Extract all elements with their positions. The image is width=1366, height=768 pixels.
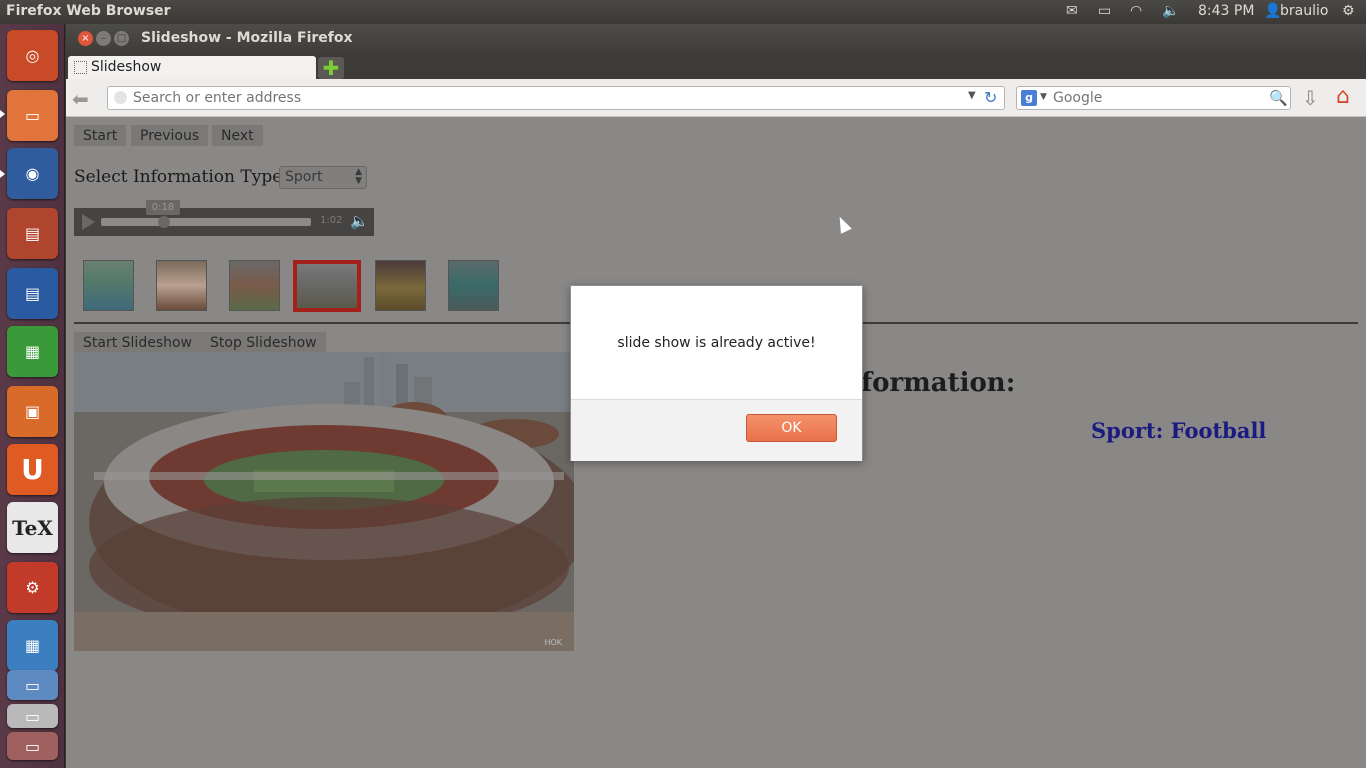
url-bar[interactable]: ▼ ↻ [107, 86, 1005, 110]
download-icon[interactable]: ⇩ [1302, 86, 1319, 110]
information-value: Sport: Football [1091, 418, 1267, 443]
thumbnail-tennis[interactable] [448, 260, 499, 311]
play-icon[interactable] [82, 214, 95, 230]
information-type-select[interactable]: Sport ▲ ▼ [279, 166, 367, 189]
search-input[interactable] [1053, 89, 1253, 107]
chevron-down-icon[interactable]: ▼ [1040, 92, 1047, 102]
top-panel: Firefox Web Browser ✉ ▭ ◠ 🔈 8:43 PM 👤 br… [0, 0, 1366, 24]
thumbnail-arena[interactable] [156, 260, 207, 311]
stop-slideshow-button[interactable]: Stop Slideshow [201, 332, 326, 353]
start-button[interactable]: Start [74, 125, 127, 146]
back-arrow-icon[interactable]: ⬅ [72, 87, 89, 111]
alert-dialog: slide show is already active! OK [570, 285, 863, 461]
firefox-icon[interactable]: ◉ [7, 148, 58, 199]
new-tab-button[interactable]: ✚ [318, 57, 344, 79]
google-icon[interactable]: g [1021, 90, 1037, 106]
audio-player: 0:18 1:02 🔈 [74, 200, 374, 236]
select-arrows-icon: ▲ ▼ [355, 167, 362, 186]
mail-icon[interactable]: ✉ [1066, 3, 1078, 19]
tab-label: Slideshow [91, 59, 162, 75]
next-button[interactable]: Next [212, 125, 263, 146]
url-input[interactable] [133, 89, 953, 107]
dash-home-icon[interactable]: ◎ [7, 30, 58, 81]
globe-icon [114, 91, 127, 104]
window-title: Slideshow - Mozilla Firefox [141, 30, 353, 46]
workspace-switcher-icon[interactable]: ▦ [7, 620, 58, 671]
tab-strip: Slideshow ✚ [66, 54, 1366, 80]
wifi-icon[interactable]: ◠ [1130, 3, 1142, 19]
thumbnail-pool[interactable] [83, 260, 134, 311]
gear-icon[interactable]: ⚙ [1342, 3, 1355, 19]
navigation-toolbar: ⬅ ▼ ↻ g ▼ 🔍 ⇩ ⌂ [66, 79, 1366, 117]
volume-icon[interactable]: 🔈 [350, 212, 369, 230]
system-settings-icon[interactable]: ⚙ [7, 562, 58, 613]
audio-duration: 1:02 [320, 215, 343, 226]
search-bar[interactable]: g ▼ 🔍 [1016, 86, 1291, 110]
tab-slideshow[interactable]: Slideshow [68, 56, 316, 80]
user-name[interactable]: braulio [1280, 3, 1328, 19]
audio-current-time: 0:18 [146, 200, 180, 215]
clock[interactable]: 8:43 PM [1198, 3, 1254, 19]
thumbnail-stadium-1[interactable] [229, 260, 280, 311]
search-icon[interactable]: 🔍 [1269, 89, 1288, 107]
select-value: Sport [285, 169, 323, 185]
battery-icon[interactable]: ▭ [1098, 3, 1111, 19]
dialog-footer: OK [571, 399, 862, 461]
start-slideshow-button[interactable]: Start Slideshow [74, 332, 201, 353]
page-icon [74, 61, 87, 74]
user-icon[interactable]: 👤 [1264, 3, 1281, 19]
home-icon[interactable]: ⌂ [1336, 84, 1350, 109]
ok-button[interactable]: OK [746, 414, 837, 442]
ubuntu-one-icon[interactable]: U [7, 444, 58, 495]
texmaker-icon[interactable]: TeX [7, 502, 58, 553]
titlebar: × – □ Slideshow - Mozilla Firefox [66, 24, 1366, 54]
thumbnail-stadium-selected[interactable] [293, 260, 361, 312]
chevron-down-icon[interactable]: ▼ [968, 90, 976, 101]
virtualbox-icon[interactable]: ▭ [7, 670, 58, 700]
image-watermark: HOK [544, 638, 562, 647]
calc-icon[interactable]: ▦ [7, 326, 58, 377]
impress-icon[interactable]: ▤ [7, 208, 58, 259]
previous-button[interactable]: Previous [131, 125, 209, 146]
volume-icon[interactable]: 🔈 [1162, 3, 1179, 19]
slideshow-image: HOK [74, 352, 574, 651]
maximize-icon[interactable]: □ [114, 31, 129, 46]
launcher: ◎ ▭ ◉ ▤ ▤ ▦ ▣ U TeX ⚙ ▦ ▭ ▭ ▭ [0, 24, 65, 768]
audio-seek-track[interactable] [101, 218, 311, 226]
software-center-icon[interactable]: ▣ [7, 386, 58, 437]
stadium-image [74, 352, 574, 651]
printer-icon[interactable]: ▭ [7, 704, 58, 728]
reload-icon[interactable]: ↻ [984, 88, 997, 107]
thumbnail-court[interactable] [375, 260, 426, 311]
running-indicator [0, 110, 5, 118]
close-icon[interactable]: × [78, 31, 93, 46]
active-app-title: Firefox Web Browser [6, 3, 171, 19]
select-information-type-label: Select Information Type: [74, 167, 289, 187]
alert-message: slide show is already active! [617, 335, 816, 351]
audio-seek-knob[interactable] [158, 216, 170, 228]
running-indicator [0, 170, 5, 178]
files-icon[interactable]: ▭ [7, 90, 58, 141]
writer-icon[interactable]: ▤ [7, 268, 58, 319]
minimize-icon[interactable]: – [96, 31, 111, 46]
information-heading: formation: [861, 368, 1016, 398]
trash-icon[interactable]: ▭ [7, 732, 58, 760]
